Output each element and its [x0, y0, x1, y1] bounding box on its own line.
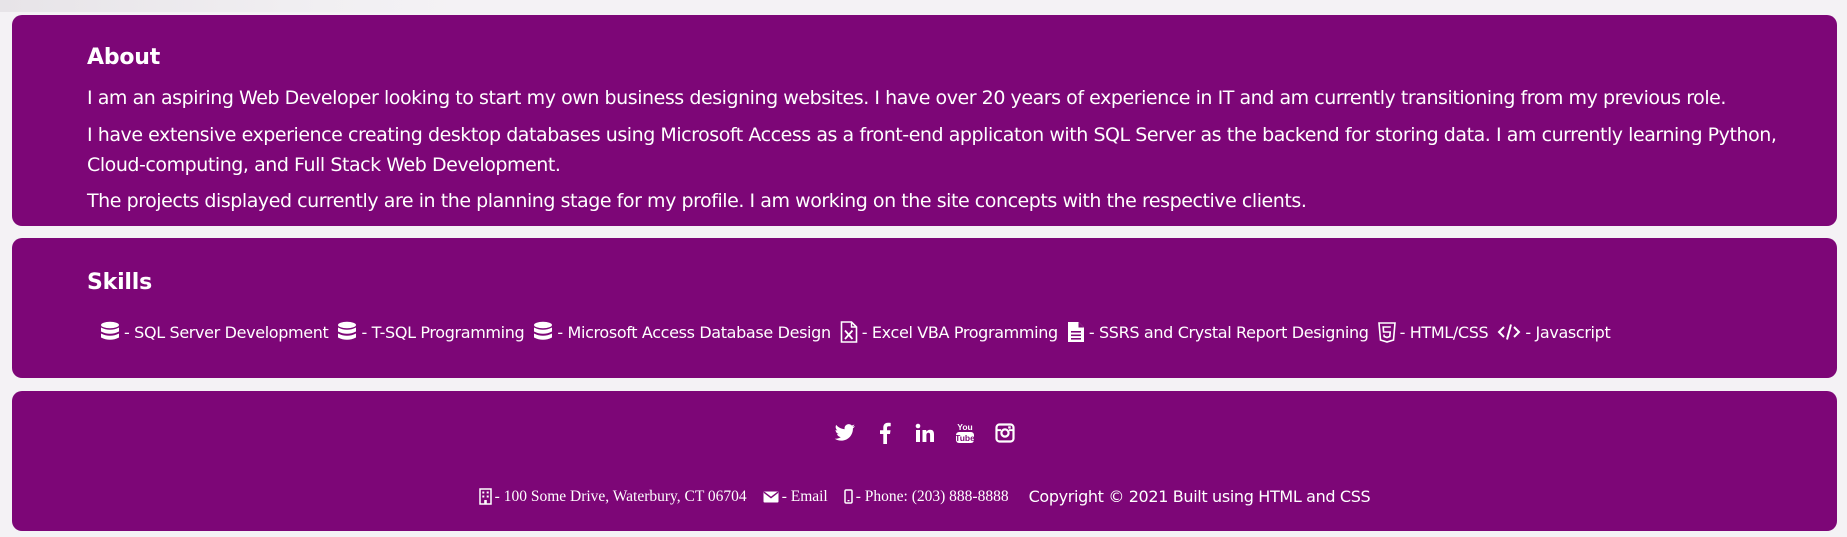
skill-label: - Javascript	[1525, 322, 1611, 342]
about-paragraph-2: I have extensive experience creating des…	[87, 124, 1777, 176]
skill-label: - Excel VBA Programming	[861, 322, 1058, 342]
svg-text:You: You	[957, 422, 972, 432]
contact-info: - 100 Some Drive, Waterbury, CT 06704 - …	[12, 487, 1837, 506]
about-paragraph-3: The projects displayed currently are in …	[87, 190, 1307, 212]
document-icon	[1067, 322, 1084, 342]
about-paragraph-1: I am an aspiring Web Developer looking t…	[87, 87, 1727, 109]
skill-item: - SSRS and Crystal Report Designing	[1067, 321, 1369, 343]
skill-label: - Microsoft Access Database Design	[557, 322, 831, 342]
skill-label: - T-SQL Programming	[361, 322, 525, 342]
skill-item: - Microsoft Access Database Design	[533, 321, 831, 343]
phone-item: - Phone: (203) 888-8888	[844, 488, 1009, 506]
mobile-phone-icon	[844, 489, 853, 504]
skill-item: - Excel VBA Programming	[840, 321, 1058, 343]
skills-section: Skills - SQL Server Development - T-SQL …	[12, 238, 1837, 378]
twitter-icon[interactable]	[834, 421, 856, 445]
code-icon	[1497, 324, 1521, 340]
about-section: About I am an aspiring Web Developer loo…	[12, 15, 1837, 226]
html5-icon	[1377, 321, 1396, 343]
phone-text: - Phone: (203) 888-8888	[855, 487, 1009, 505]
building-icon	[478, 488, 492, 505]
skill-item: - T-SQL Programming	[337, 321, 525, 343]
footer-section: You Tube - 100 Some Drive, Waterbury, CT…	[12, 391, 1837, 531]
skills-list: - SQL Server Development - T-SQL Program…	[100, 321, 1619, 343]
skill-label: - HTML/CSS	[1399, 322, 1489, 342]
envelope-icon	[763, 491, 779, 502]
copyright-text: Copyright © 2021 Built using HTML and CS…	[1028, 487, 1371, 506]
instagram-icon[interactable]	[994, 421, 1016, 445]
email-item[interactable]: - Email	[763, 488, 828, 506]
skill-item: - SQL Server Development	[100, 321, 329, 343]
skill-item: - Javascript	[1497, 322, 1611, 342]
linkedin-icon[interactable]	[914, 421, 936, 445]
top-shadow	[0, 0, 460, 12]
facebook-icon[interactable]	[874, 421, 896, 445]
email-link[interactable]: - Email	[782, 488, 828, 506]
skill-label: - SSRS and Crystal Report Designing	[1088, 322, 1369, 342]
social-links: You Tube	[12, 421, 1837, 445]
svg-text:Tube: Tube	[955, 433, 975, 443]
skill-label: - SQL Server Development	[124, 322, 329, 342]
database-icon	[101, 321, 119, 340]
address-item: - 100 Some Drive, Waterbury, CT 06704	[478, 487, 747, 506]
address-text: - 100 Some Drive, Waterbury, CT 06704	[494, 487, 747, 505]
database-icon	[534, 321, 553, 340]
database-icon	[338, 321, 357, 340]
youtube-icon[interactable]: You Tube	[954, 421, 976, 445]
excel-file-icon	[840, 321, 858, 343]
about-title: About	[87, 45, 161, 70]
skill-item: - HTML/CSS	[1377, 321, 1489, 343]
skills-title: Skills	[87, 270, 152, 295]
